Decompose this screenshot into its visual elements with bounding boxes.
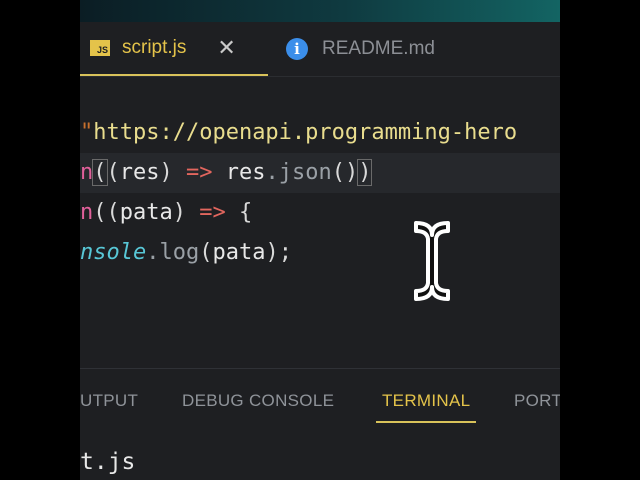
editor-window: JS script.js ✕ i README.md "https://open… [80, 0, 560, 480]
tab-readme-md[interactable]: i README.md [286, 22, 435, 76]
tab-output[interactable]: UTPUT [80, 391, 138, 421]
tab-label: script.js [122, 37, 187, 58]
tab-ports[interactable]: PORT [514, 391, 560, 421]
title-bar-strip [80, 0, 560, 22]
bottom-panel: UTPUT DEBUG CONSOLE TERMINAL PORT t.js [80, 368, 560, 480]
tab-script-js[interactable]: JS script.js ✕ [80, 22, 268, 76]
js-file-icon: JS [90, 40, 110, 56]
terminal-output: t.js [80, 449, 136, 475]
tab-debug-console[interactable]: DEBUG CONSOLE [182, 391, 334, 421]
code-editor[interactable]: "https://openapi.programming-hero n((res… [80, 77, 560, 367]
close-icon[interactable]: ✕ [217, 35, 235, 61]
code-line-then-pata: n((pata) => { [80, 200, 253, 225]
code-line-console-log: nsole.log(pata); [80, 240, 292, 265]
code-line-fetch-then: n((res) => res.json()) [80, 153, 560, 193]
text-caret [371, 160, 373, 186]
tab-terminal[interactable]: TERMINAL [376, 391, 477, 423]
editor-tab-bar: JS script.js ✕ i README.md [80, 22, 560, 77]
info-icon: i [286, 38, 308, 60]
code-line-url: "https://openapi.programming-hero [80, 120, 518, 145]
text-cursor-icon [414, 221, 450, 301]
tab-label: README.md [322, 38, 435, 59]
